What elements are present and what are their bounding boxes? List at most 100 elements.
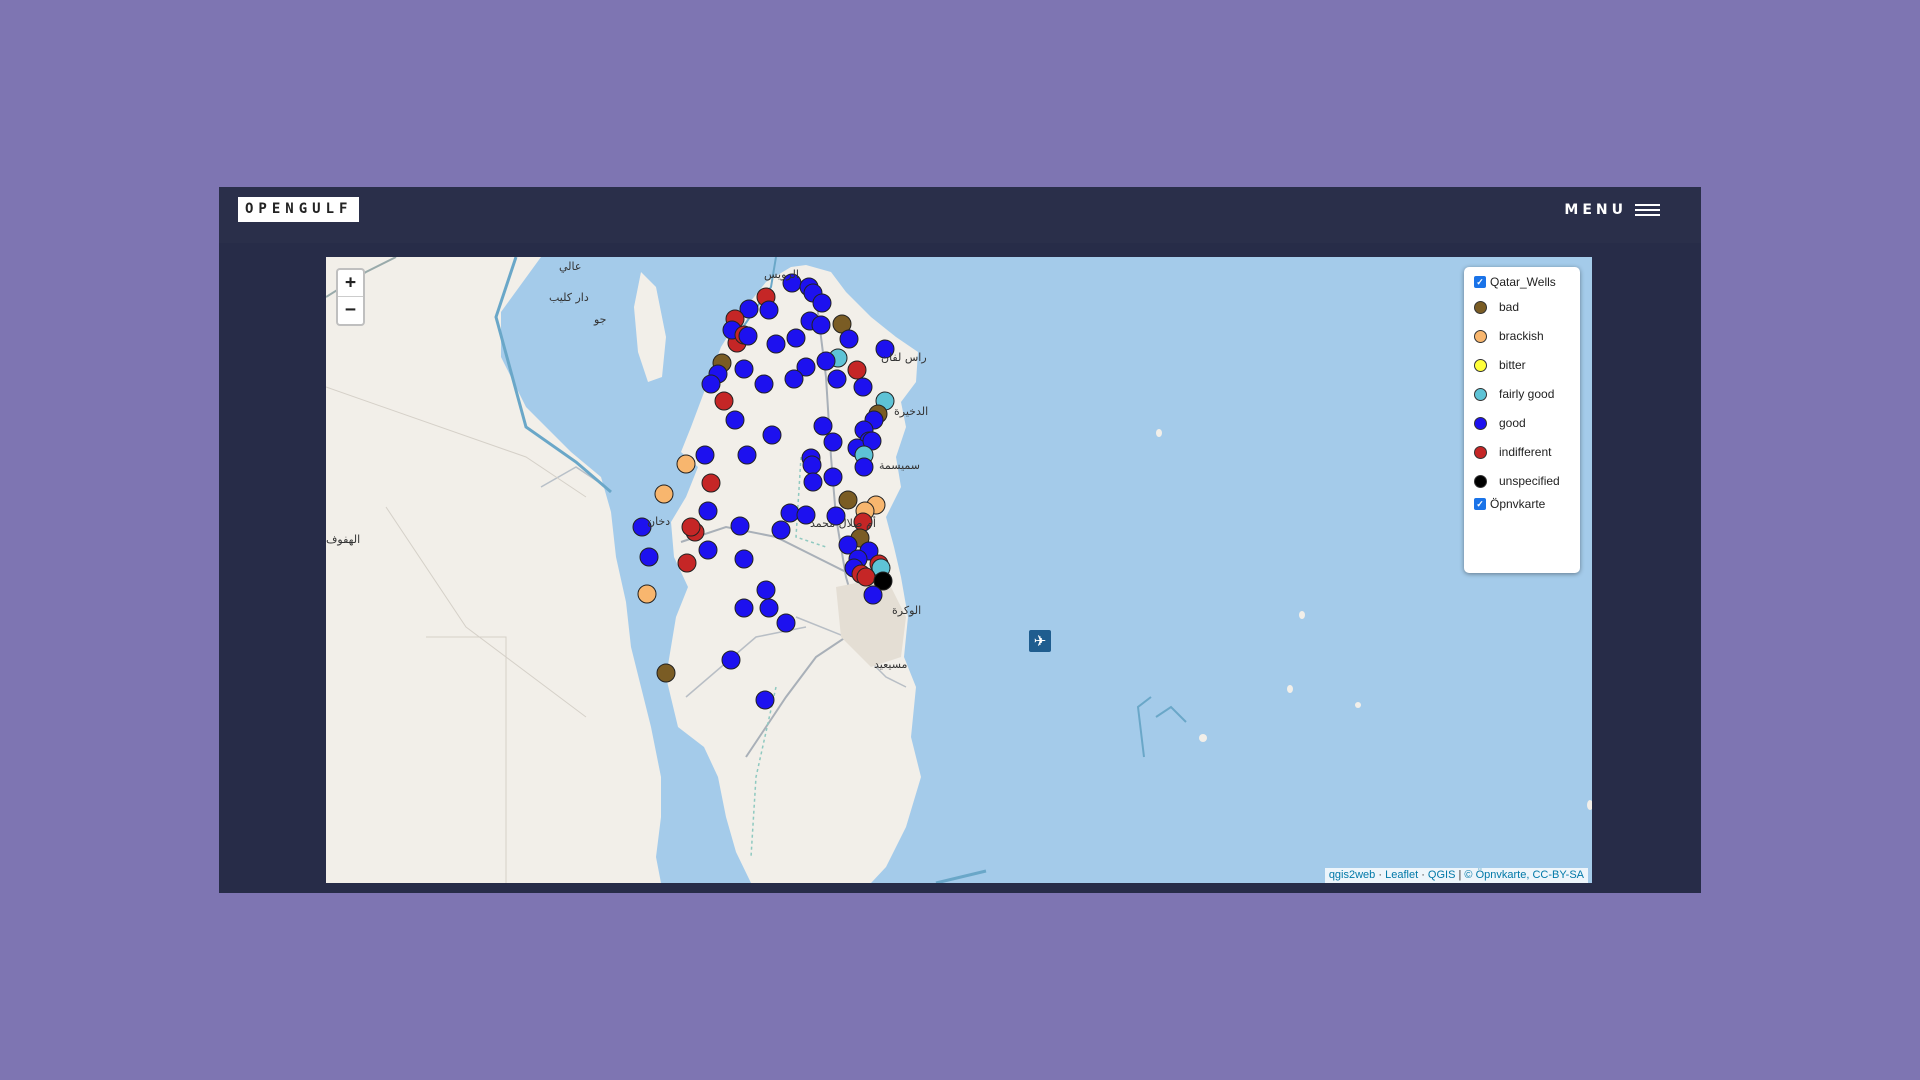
place-label: دار كليب	[549, 291, 589, 304]
well-marker[interactable]	[721, 650, 741, 670]
well-marker[interactable]	[762, 425, 782, 445]
well-marker[interactable]	[734, 598, 754, 618]
well-marker[interactable]	[759, 300, 779, 320]
well-marker[interactable]	[656, 663, 676, 683]
well-marker[interactable]	[863, 585, 883, 605]
well-marker[interactable]	[853, 377, 873, 397]
well-marker[interactable]	[681, 517, 701, 537]
legend-label: bad	[1499, 300, 1520, 314]
well-marker[interactable]	[714, 391, 734, 411]
legend-label: brackish	[1499, 329, 1544, 343]
app-frame: OPENGULF MENU عالي دار كليب جو الرويس را…	[219, 187, 1701, 893]
well-marker[interactable]	[823, 467, 843, 487]
well-marker[interactable]	[701, 473, 721, 493]
place-label: سميسمة	[879, 459, 920, 472]
layer-legend: ✓ Qatar_Wells bad brackish bitter fairly…	[1464, 267, 1580, 573]
airport-icon[interactable]: ✈	[1029, 630, 1051, 652]
place-label: الهفوف	[326, 533, 361, 546]
legend-item: unspecified	[1474, 471, 1560, 491]
well-marker[interactable]	[756, 580, 776, 600]
layer-toggle-opnvkarte[interactable]: ✓ Öpnvkarte	[1474, 497, 1545, 511]
well-marker[interactable]	[838, 490, 858, 510]
legend-swatch	[1474, 300, 1487, 314]
well-marker[interactable]	[839, 329, 859, 349]
well-marker[interactable]	[698, 540, 718, 560]
top-bar: OPENGULF MENU	[219, 187, 1701, 243]
attribution-link-qgis[interactable]: QGIS	[1428, 869, 1456, 881]
bahrain-island	[634, 272, 666, 382]
well-marker[interactable]	[755, 690, 775, 710]
well-marker[interactable]	[734, 359, 754, 379]
layer-toggle-qatar-wells[interactable]: ✓ Qatar_Wells	[1474, 275, 1556, 289]
well-marker[interactable]	[766, 334, 786, 354]
well-marker[interactable]	[698, 501, 718, 521]
well-marker[interactable]	[725, 410, 745, 430]
well-marker[interactable]	[803, 472, 823, 492]
menu-label: MENU	[1564, 202, 1627, 218]
well-marker[interactable]	[856, 567, 876, 587]
legend-swatch	[1474, 329, 1487, 343]
well-marker[interactable]	[786, 328, 806, 348]
legend-swatch	[1474, 387, 1487, 401]
well-marker[interactable]	[780, 503, 800, 523]
well-marker[interactable]	[784, 369, 804, 389]
well-marker[interactable]	[771, 520, 791, 540]
attribution-osm[interactable]: © Öpnvkarte, CC-BY-SA	[1464, 869, 1584, 881]
checkbox-icon[interactable]: ✓	[1474, 276, 1486, 288]
well-marker[interactable]	[812, 293, 832, 313]
place-label: أم صلال محمد	[810, 517, 876, 530]
well-marker[interactable]	[776, 613, 796, 633]
map-basemap	[326, 257, 1592, 883]
legend-item: bitter	[1474, 355, 1526, 375]
legend-swatch	[1474, 358, 1487, 372]
zoom-out-button[interactable]: −	[338, 296, 363, 323]
well-marker[interactable]	[816, 351, 836, 371]
legend-label: good	[1499, 416, 1526, 430]
place-label: الوكرة	[892, 604, 922, 617]
attribution-link-qgis2web[interactable]: qgis2web	[1329, 869, 1375, 881]
legend-item: indifferent	[1474, 442, 1551, 462]
well-marker[interactable]	[676, 454, 696, 474]
well-marker[interactable]	[701, 374, 721, 394]
well-marker[interactable]	[677, 553, 697, 573]
legend-label: bitter	[1499, 358, 1526, 372]
well-marker[interactable]	[639, 547, 659, 567]
well-marker[interactable]	[813, 416, 833, 436]
well-marker[interactable]	[695, 445, 715, 465]
legend-item: bad	[1474, 297, 1519, 317]
well-marker[interactable]	[854, 457, 874, 477]
attribution-link-leaflet[interactable]: Leaflet	[1385, 869, 1418, 881]
menu-button[interactable]: MENU	[1564, 199, 1660, 221]
well-marker[interactable]	[737, 445, 757, 465]
layer-label: Öpnvkarte	[1490, 497, 1546, 511]
site-logo[interactable]: OPENGULF	[238, 197, 360, 222]
checkbox-icon[interactable]: ✓	[1474, 498, 1486, 510]
place-label: الرويس	[764, 268, 799, 281]
well-marker[interactable]	[827, 369, 847, 389]
place-label: الدخيرة	[894, 405, 929, 418]
mainland-landmass	[326, 257, 661, 883]
legend-item: fairly good	[1474, 384, 1554, 404]
legend-label: fairly good	[1499, 387, 1555, 401]
well-marker[interactable]	[811, 315, 831, 335]
well-marker[interactable]	[802, 455, 822, 475]
well-marker[interactable]	[654, 484, 674, 504]
well-marker[interactable]	[734, 549, 754, 569]
well-marker[interactable]	[738, 326, 758, 346]
place-label: عالي	[559, 260, 582, 273]
well-marker[interactable]	[847, 360, 867, 380]
legend-item: brackish	[1474, 326, 1544, 346]
map-view[interactable]: عالي دار كليب جو الرويس راس لفان الدخيرة…	[326, 257, 1592, 883]
well-marker[interactable]	[637, 584, 657, 604]
well-marker[interactable]	[759, 598, 779, 618]
place-label: دخان	[647, 515, 671, 528]
well-marker[interactable]	[823, 432, 843, 452]
place-label: مسيعيد	[874, 658, 908, 671]
legend-swatch	[1474, 445, 1487, 459]
map-attribution: qgis2web · Leaflet · QGIS | © Öpnvkarte,…	[1324, 868, 1588, 883]
place-label: راس لفان	[881, 351, 927, 364]
well-marker[interactable]	[754, 374, 774, 394]
zoom-in-button[interactable]: +	[338, 270, 363, 296]
well-marker[interactable]	[730, 516, 750, 536]
layer-label: Qatar_Wells	[1490, 275, 1556, 289]
